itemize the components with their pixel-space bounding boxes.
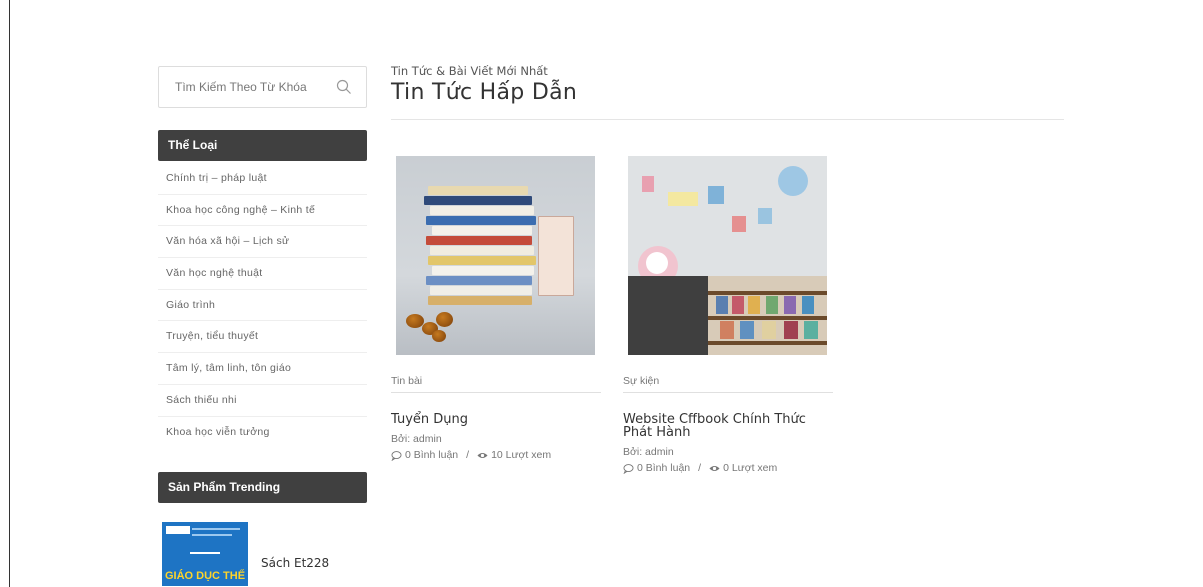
post-title[interactable]: Tuyển Dụng bbox=[391, 413, 591, 426]
category-item[interactable]: Giáo trình bbox=[158, 290, 367, 322]
divider bbox=[391, 119, 1064, 120]
category-item[interactable]: Tâm lý, tâm linh, tôn giáo bbox=[158, 353, 367, 385]
post-meta: 0 Bình luận / 0 Lượt xem bbox=[623, 462, 833, 474]
trending-item[interactable]: GIÁO DỤC THỂ CHẤT Sách Et228 bbox=[158, 522, 367, 587]
trending-title: Sản Phẩm Trending bbox=[158, 472, 367, 504]
search-input[interactable] bbox=[159, 67, 329, 107]
meta-separator: / bbox=[698, 462, 702, 474]
section-subtitle: Tin Tức & Bài Viết Mới Nhất bbox=[391, 64, 548, 78]
post-meta: 0 Bình luận / 10 Lượt xem bbox=[391, 449, 601, 461]
trending-item-name[interactable]: Sách Et228 bbox=[261, 556, 329, 570]
post-title[interactable]: Website Cffbook Chính Thức Phát Hành bbox=[623, 413, 823, 439]
post-category[interactable]: Tin bài bbox=[391, 375, 601, 393]
category-item[interactable]: Chính trị – pháp luật bbox=[158, 163, 367, 195]
category-list: Chính trị – pháp luật Khoa học công nghệ… bbox=[158, 163, 367, 448]
post-comments: 0 Bình luận bbox=[637, 462, 691, 474]
sidebar: Thể Loại Chính trị – pháp luật Khoa học … bbox=[158, 66, 367, 587]
meta-separator: / bbox=[466, 449, 470, 461]
category-item[interactable]: Văn hóa xã hội – Lịch sử bbox=[158, 226, 367, 259]
search-box bbox=[158, 66, 367, 108]
category-item[interactable]: Khoa học công nghệ – Kinh tế bbox=[158, 195, 367, 227]
category-item[interactable]: Văn học nghệ thuật bbox=[158, 258, 367, 290]
categories-title: Thể Loại bbox=[158, 130, 367, 161]
trending-item-cover-text: GIÁO DỤC THỂ CHẤT bbox=[164, 570, 246, 583]
search-icon[interactable] bbox=[336, 79, 352, 95]
eye-icon bbox=[709, 465, 720, 471]
comment-icon bbox=[623, 463, 634, 474]
post-views: 10 Lượt xem bbox=[491, 449, 552, 461]
post-comments: 0 Bình luận bbox=[405, 449, 459, 461]
post-image[interactable] bbox=[628, 156, 827, 355]
post-card: Tin bài Tuyển Dụng Bởi: admin 0 Bình luậ… bbox=[391, 156, 601, 461]
trending-item-image[interactable]: GIÁO DỤC THỂ CHẤT bbox=[162, 522, 248, 587]
comment-icon bbox=[391, 450, 402, 461]
category-item[interactable]: Truyện, tiểu thuyết bbox=[158, 321, 367, 354]
eye-icon bbox=[477, 452, 488, 458]
post-category[interactable]: Sự kiện bbox=[623, 375, 833, 393]
main-content: Tin Tức & Bài Viết Mới Nhất Tin Tức Hấp … bbox=[391, 64, 1064, 474]
post-views: 0 Lượt xem bbox=[723, 462, 778, 474]
page-title: Tin Tức Hấp Dẫn bbox=[391, 80, 578, 105]
post-author: Bởi: admin bbox=[391, 433, 442, 445]
post-card: Sự kiện Website Cffbook Chính Thức Phát … bbox=[623, 156, 833, 474]
post-image[interactable] bbox=[396, 156, 595, 355]
category-item[interactable]: Khoa học viễn tưởng bbox=[158, 417, 367, 449]
post-author: Bởi: admin bbox=[623, 446, 674, 458]
category-item[interactable]: Sách thiếu nhi bbox=[158, 385, 367, 417]
